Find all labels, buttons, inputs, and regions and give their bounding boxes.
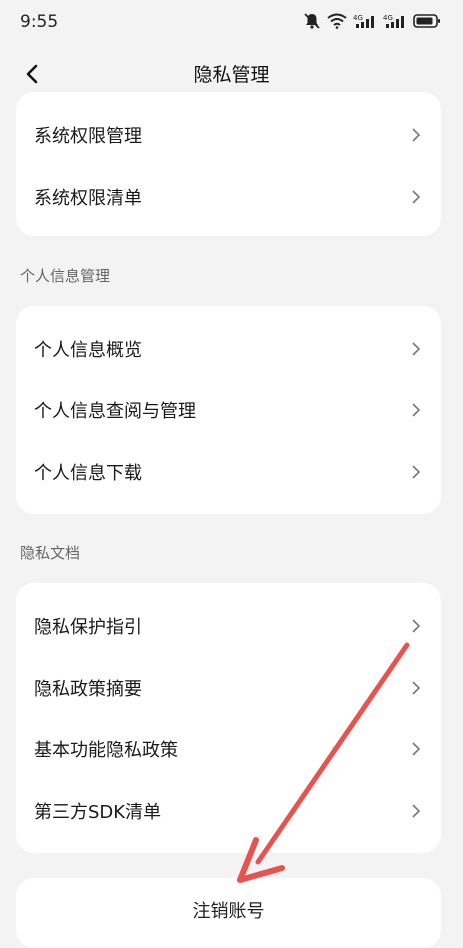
cancel-account-label: 注销账号 [192, 901, 265, 922]
svg-text:4G: 4G [383, 14, 393, 22]
status-bar: 9:55 4G 4G [0, 0, 463, 46]
list-item-label: 隐私政策摘要 [34, 679, 142, 700]
chevron-right-icon [412, 128, 421, 142]
list-item-privacy-summary[interactable]: 隐私政策摘要 [16, 657, 441, 719]
chevron-right-icon [412, 804, 421, 818]
privacy-docs-card: 隐私保护指引 隐私政策摘要 基本功能隐私政策 第三方SDK清单 [16, 583, 441, 853]
section-title-privacy-docs: 隐私文档 [20, 544, 81, 562]
list-item-label: 第三方SDK清单 [34, 802, 162, 823]
status-icons: 4G 4G [303, 12, 441, 30]
cancel-account-button[interactable]: 注销账号 [16, 878, 441, 948]
list-item-label: 系统权限管理 [34, 126, 142, 147]
chevron-right-icon [412, 742, 421, 756]
list-item-privacy-guide[interactable]: 隐私保护指引 [16, 595, 441, 657]
list-item-label: 个人信息概览 [34, 340, 142, 361]
wifi-icon [327, 13, 347, 29]
system-permissions-card: 系统权限管理 系统权限清单 [16, 92, 441, 236]
list-item-label: 个人信息查阅与管理 [34, 401, 196, 422]
chevron-right-icon [412, 190, 421, 204]
signal-4g-icon: 4G [383, 14, 404, 28]
chevron-right-icon [412, 619, 421, 633]
signal-4g-icon: 4G [353, 14, 374, 28]
chevron-right-icon [412, 465, 421, 479]
chevron-right-icon [412, 342, 421, 356]
chevron-right-icon [412, 403, 421, 417]
list-item-basic-privacy-policy[interactable]: 基本功能隐私政策 [16, 718, 441, 780]
section-title-personal-info: 个人信息管理 [20, 267, 111, 285]
battery-icon [413, 14, 440, 28]
list-item-system-permission-list[interactable]: 系统权限清单 [16, 166, 441, 228]
list-item-label: 系统权限清单 [34, 188, 142, 209]
list-item-personal-info-overview[interactable]: 个人信息概览 [16, 318, 441, 380]
list-item-label: 基本功能隐私政策 [34, 740, 178, 761]
status-time: 9:55 [20, 12, 59, 32]
mute-bell-icon [304, 13, 320, 29]
chevron-right-icon [412, 681, 421, 695]
list-item-system-permission-management[interactable]: 系统权限管理 [16, 104, 441, 166]
svg-text:4G: 4G [353, 14, 363, 22]
list-item-personal-info-download[interactable]: 个人信息下载 [16, 441, 441, 503]
personal-info-card: 个人信息概览 个人信息查阅与管理 个人信息下载 [16, 306, 441, 514]
list-item-personal-info-manage[interactable]: 个人信息查阅与管理 [16, 379, 441, 441]
list-item-label: 隐私保护指引 [34, 617, 142, 638]
list-item-label: 个人信息下载 [34, 463, 142, 484]
page-title: 隐私管理 [193, 64, 270, 86]
list-item-third-party-sdk[interactable]: 第三方SDK清单 [16, 780, 441, 842]
